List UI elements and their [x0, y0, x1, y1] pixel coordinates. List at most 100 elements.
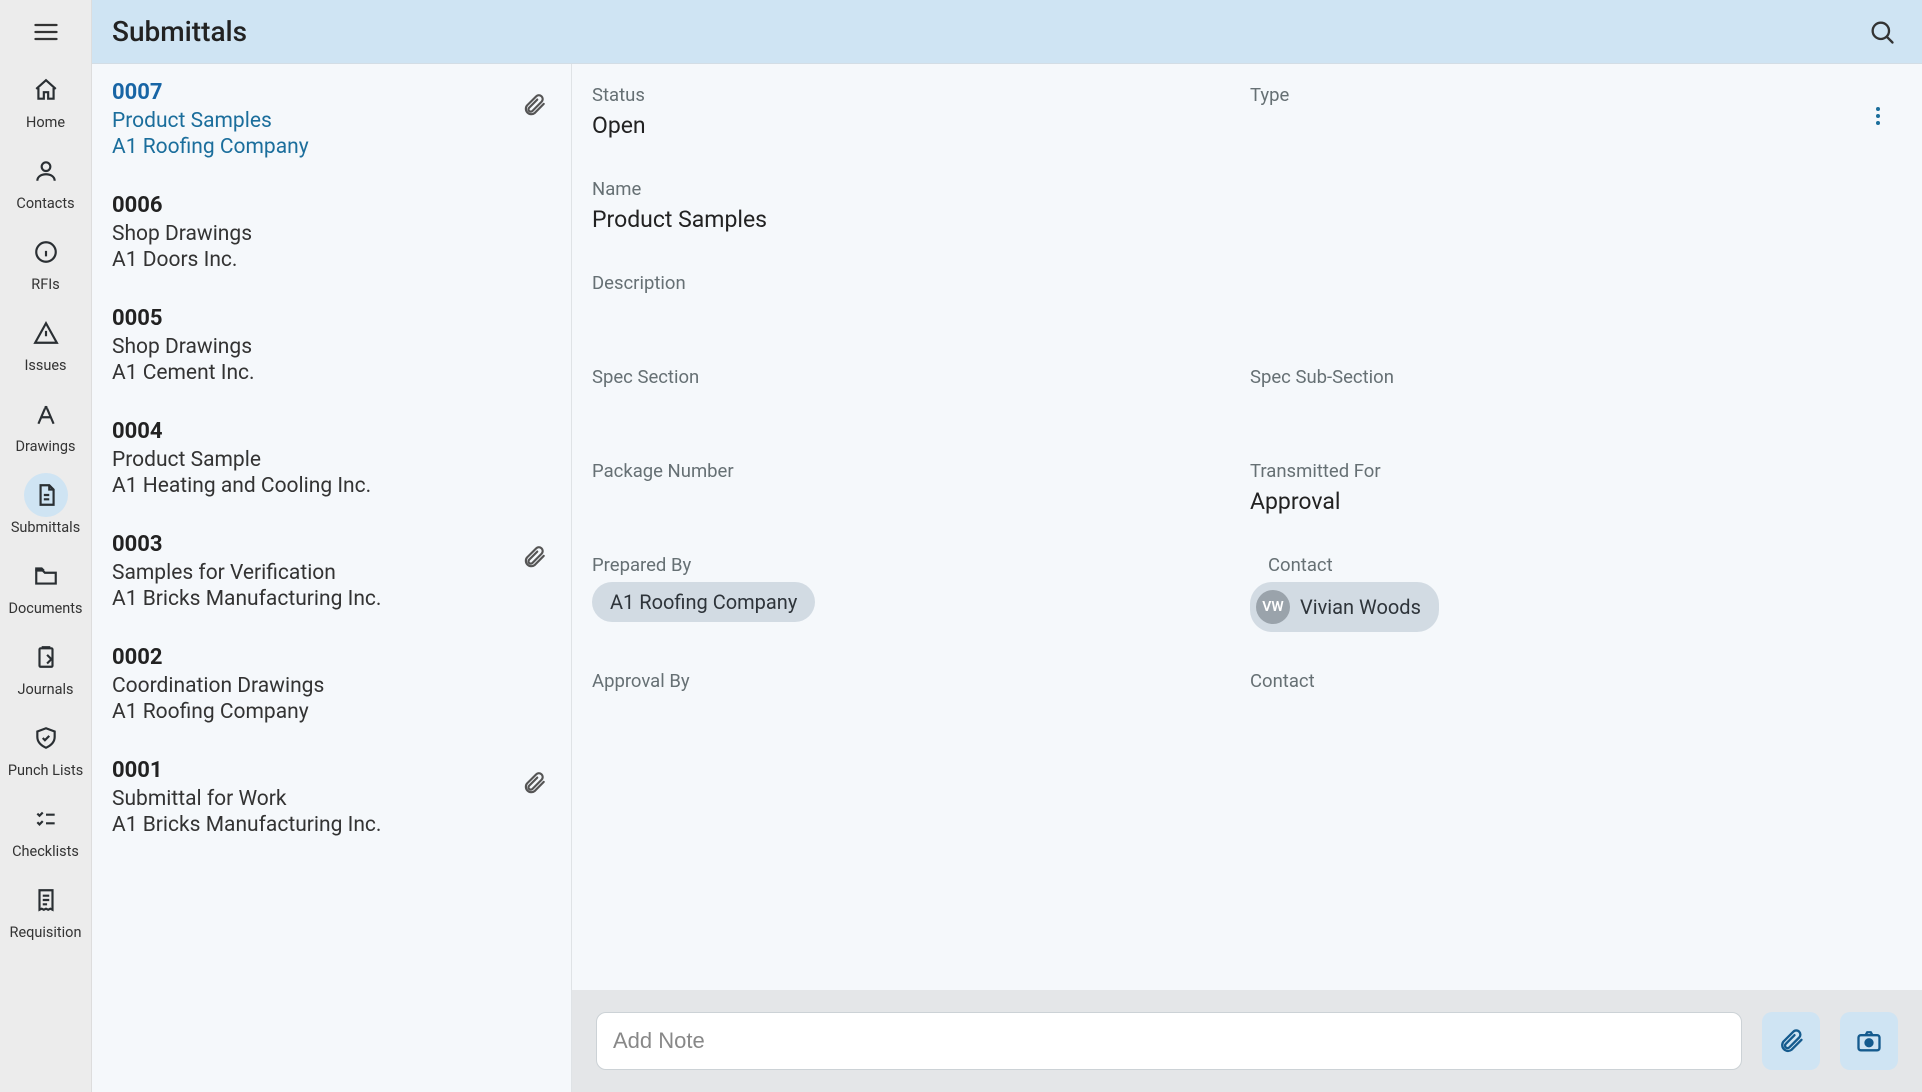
- prepared-by-value: A1 Roofing Company: [610, 590, 797, 614]
- submittal-company: A1 Heating and Cooling Inc.: [112, 474, 551, 498]
- prepared-by-chip[interactable]: A1 Roofing Company: [592, 582, 815, 622]
- submittal-number: 0003: [112, 532, 551, 557]
- sidebar-item-drawings[interactable]: Drawings: [8, 384, 83, 465]
- avatar: VW: [1256, 590, 1290, 624]
- camera-button[interactable]: [1840, 1012, 1898, 1070]
- label-prepared-contact: Contact: [1250, 554, 1892, 576]
- submittal-title: Submittal for Work: [112, 787, 551, 811]
- value-spec-section: [592, 394, 1234, 422]
- search-icon: [1868, 18, 1896, 46]
- detail-panel: Status Open Type Name Product Samples De…: [572, 64, 1922, 1092]
- sidebar-item-requisition[interactable]: Requisition: [8, 870, 83, 951]
- sidebar-item-punchlists[interactable]: Punch Lists: [8, 708, 83, 789]
- field-name: Name Product Samples: [592, 178, 1892, 234]
- submittal-list-item[interactable]: 0007Product SamplesA1 Roofing Company: [92, 68, 571, 181]
- submittal-title: Shop Drawings: [112, 335, 551, 359]
- label-prepared-by: Prepared By: [592, 554, 1234, 576]
- sidebar-item-home[interactable]: Home: [8, 60, 83, 141]
- submittal-list-item[interactable]: 0006 Shop DrawingsA1 Doors Inc.: [92, 181, 571, 294]
- home-icon: [24, 68, 68, 112]
- field-type: Type: [1250, 84, 1892, 140]
- submittals-list[interactable]: 0007Product SamplesA1 Roofing Company000…: [92, 64, 572, 1092]
- submittal-company: A1 Roofing Company: [112, 135, 551, 159]
- label-approval-by: Approval By: [592, 670, 1234, 692]
- page-title: Submittals: [112, 15, 247, 48]
- sidebar-item-label: Issues: [24, 357, 66, 374]
- submittal-company: A1 Bricks Manufacturing Inc.: [112, 587, 551, 611]
- label-package-number: Package Number: [592, 460, 1234, 482]
- sidebar-item-label: Punch Lists: [8, 762, 83, 779]
- submittal-company: A1 Roofing Company: [112, 700, 551, 724]
- field-status: Status Open: [592, 84, 1234, 140]
- field-prepared-contact: Contact VW Vivian Woods: [1250, 554, 1892, 632]
- topbar: Submittals: [92, 0, 1922, 64]
- file-icon: [24, 473, 68, 517]
- info-icon: [24, 230, 68, 274]
- value-approval-by: [592, 698, 1234, 726]
- search-button[interactable]: [1862, 12, 1902, 52]
- submittal-title: Shop Drawings: [112, 222, 551, 246]
- field-approval-contact: Contact: [1250, 670, 1892, 726]
- more-options-button[interactable]: [1858, 96, 1898, 136]
- submittal-number: 0006: [112, 193, 551, 218]
- submittal-list-item[interactable]: 0002 Coordination DrawingsA1 Roofing Comp…: [92, 633, 571, 746]
- value-name: Product Samples: [592, 206, 1892, 234]
- sidebar-item-label: Requisition: [10, 924, 82, 941]
- value-status: Open: [592, 112, 1234, 140]
- field-transmitted-for: Transmitted For Approval: [1250, 460, 1892, 516]
- submittal-title: Product Samples: [112, 109, 551, 133]
- prepared-contact-chip[interactable]: VW Vivian Woods: [1250, 582, 1439, 632]
- sidebar-item-submittals[interactable]: Submittals: [8, 465, 83, 546]
- menu-button[interactable]: [22, 8, 70, 56]
- main-area: Submittals 0007Product SamplesA1 Roofing…: [92, 0, 1922, 1092]
- field-spec-section: Spec Section: [592, 366, 1234, 422]
- folder-icon: [24, 554, 68, 598]
- sidebar-item-label: Documents: [8, 600, 82, 617]
- label-spec-sub-section: Spec Sub-Section: [1250, 366, 1892, 388]
- sidebar-item-documents[interactable]: Documents: [8, 546, 83, 627]
- value-description: [592, 300, 1892, 328]
- label-transmitted-for: Transmitted For: [1250, 460, 1892, 482]
- field-spec-sub-section: Spec Sub-Section: [1250, 366, 1892, 422]
- sidebar-item-contacts[interactable]: Contacts: [8, 141, 83, 222]
- attachment-icon: [1777, 1027, 1805, 1055]
- submittal-list-item[interactable]: 0003 Samples for VerificationA1 Bricks Ma…: [92, 520, 571, 633]
- sidebar-item-rfis[interactable]: RFIs: [8, 222, 83, 303]
- field-description: Description: [592, 272, 1892, 328]
- camera-icon: [1855, 1027, 1883, 1055]
- submittal-title: Product Sample: [112, 448, 551, 472]
- submittal-company: A1 Bricks Manufacturing Inc.: [112, 813, 551, 837]
- sidebar-item-checklists[interactable]: Checklists: [8, 789, 83, 870]
- warning-icon: [24, 311, 68, 355]
- sidebar-item-journals[interactable]: Journals: [8, 627, 83, 708]
- content-area: 0007Product SamplesA1 Roofing Company000…: [92, 64, 1922, 1092]
- add-note-input[interactable]: [596, 1012, 1742, 1070]
- submittal-title: Samples for Verification: [112, 561, 551, 585]
- attachment-icon: [521, 92, 547, 122]
- submittal-title: Coordination Drawings: [112, 674, 551, 698]
- sidebar-item-label: Contacts: [16, 195, 74, 212]
- clipboard-icon: [24, 635, 68, 679]
- submittal-list-item[interactable]: 0001Submittal for WorkA1 Bricks Manufact…: [92, 746, 571, 859]
- submittal-number: 0002: [112, 645, 551, 670]
- checklist-icon: [24, 797, 68, 841]
- value-spec-sub-section: [1250, 394, 1892, 422]
- submittal-list-item[interactable]: 0004Product SampleA1 Heating and Cooling…: [92, 407, 571, 520]
- note-bar: [572, 990, 1922, 1092]
- label-approval-contact: Contact: [1250, 670, 1892, 692]
- prepared-contact-value: Vivian Woods: [1300, 595, 1421, 619]
- submittal-number: 0005: [112, 306, 551, 331]
- sidebar-item-label: Submittals: [11, 519, 80, 536]
- attach-button[interactable]: [1762, 1012, 1820, 1070]
- label-type: Type: [1250, 84, 1892, 106]
- submittal-list-item[interactable]: 0005Shop DrawingsA1 Cement Inc.: [92, 294, 571, 407]
- person-icon: [24, 149, 68, 193]
- hamburger-icon: [32, 18, 60, 46]
- value-package-number: [592, 488, 1234, 516]
- submittal-company: A1 Doors Inc.: [112, 248, 551, 272]
- sidebar-item-issues[interactable]: Issues: [8, 303, 83, 384]
- value-type: [1250, 112, 1892, 140]
- label-description: Description: [592, 272, 1892, 294]
- attachment-icon: [521, 770, 547, 800]
- drafting-icon: [24, 392, 68, 436]
